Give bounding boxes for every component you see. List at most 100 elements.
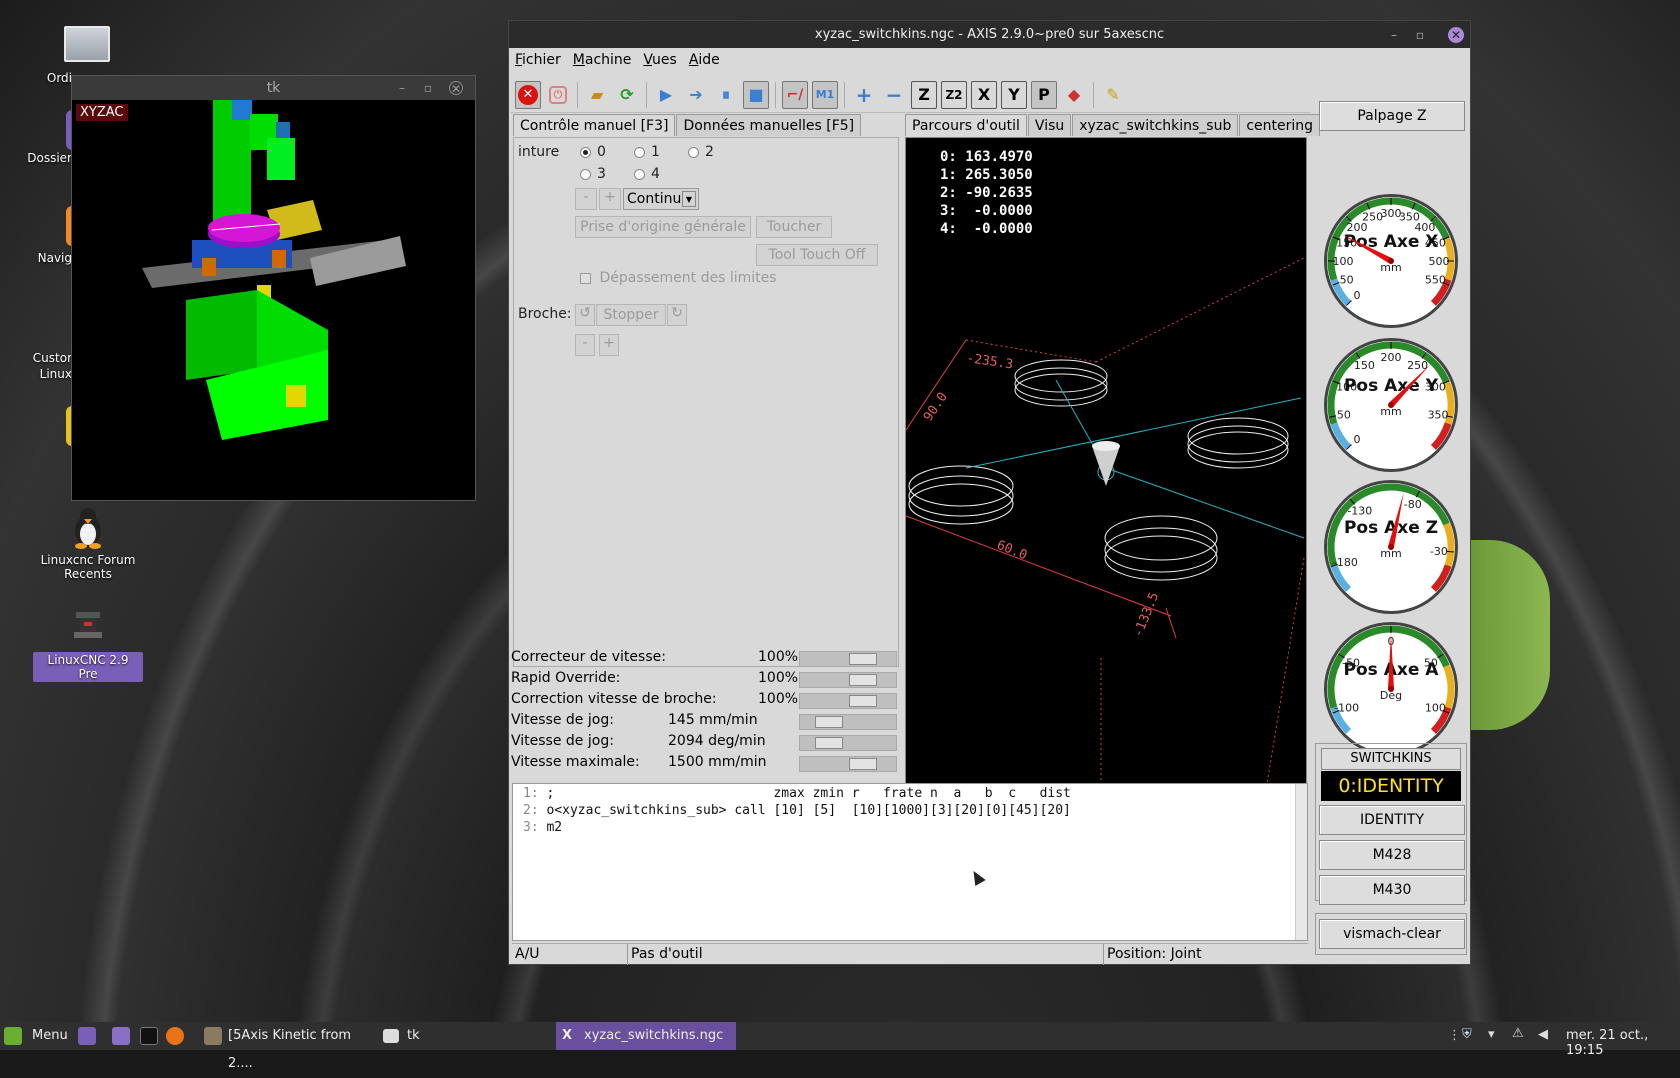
axis-window[interactable]: xyzac_switchkins.ngc - AXIS 2.9.0~pre0 s… (508, 20, 1471, 965)
zoom-in-icon[interactable]: + (851, 81, 877, 109)
override-slider[interactable] (799, 672, 897, 688)
view-x-icon[interactable]: X (971, 80, 997, 109)
menu-machine[interactable]: Machine (573, 52, 632, 68)
tool-touch-off-button[interactable]: Tool Touch Off (756, 244, 878, 266)
tab-manual-control[interactable]: Contrôle manuel [F3] (513, 114, 676, 136)
spindle-plus-button[interactable]: + (599, 334, 619, 356)
spindle-minus-button[interactable]: - (575, 334, 595, 356)
warning-icon[interactable]: ⚠ (1512, 1026, 1524, 1041)
shield-icon[interactable]: ⛨ (1462, 1027, 1472, 1042)
override-row: Vitesse maximale: 1500 mm/min (511, 754, 897, 774)
reload-icon[interactable]: ⟳ (614, 81, 640, 109)
spindle-cw-icon[interactable]: ↻ (667, 304, 687, 326)
axis-radio-2[interactable]: 2 (688, 144, 714, 160)
desktop-icon-linuxcnc[interactable]: LinuxCNC 2.9 Pre (33, 608, 143, 682)
slider-knob[interactable] (815, 737, 843, 749)
desktop-label-custor[interactable]: Custor (0, 350, 72, 366)
desktop-label-dossier[interactable]: Dossier (0, 150, 72, 166)
close-icon[interactable]: ✕ (449, 81, 463, 96)
axis-radio-1[interactable]: 1 (634, 144, 660, 160)
tk-titlebar[interactable]: tk – ▫ ✕ (72, 76, 475, 100)
jog-mode-select[interactable]: Continu ▼ (623, 188, 699, 210)
minimize-icon[interactable]: – (1386, 27, 1402, 43)
block-delete-icon[interactable]: ⌐/ (782, 80, 808, 109)
gcode-listing[interactable]: 1: ; zmax zmin r frate n a b c dist 2: o… (512, 783, 1308, 941)
close-icon[interactable]: ✕ (1448, 27, 1464, 43)
slider-knob[interactable] (849, 758, 877, 770)
maximize-icon[interactable]: ▫ (1412, 27, 1428, 43)
task-5axis[interactable]: [5Axis Kinetic from 2.... (204, 1022, 374, 1071)
view-z2-icon[interactable]: Z2 (941, 80, 967, 109)
axis-radio-0[interactable]: 0 (580, 144, 606, 160)
pause-icon[interactable]: ⏸ (713, 81, 739, 109)
wifi-icon[interactable]: ▾ (1488, 1027, 1495, 1042)
tk-window[interactable]: tk – ▫ ✕ XYZAC (71, 75, 476, 501)
override-slider[interactable] (799, 651, 897, 667)
touch-off-button[interactable]: Toucher (756, 216, 832, 238)
open-file-icon[interactable]: ▰ (584, 81, 610, 109)
spindle-stop-button[interactable]: Stopper (596, 304, 666, 326)
tab-mdi[interactable]: Données manuelles [F5] (676, 114, 862, 136)
estop-icon[interactable]: ✕ (515, 80, 541, 109)
tab-xyzac-sub[interactable]: xyzac_switchkins_sub (1072, 114, 1239, 136)
clock[interactable]: mer. 21 oct., 19:15 (1566, 1028, 1680, 1058)
menu-aide[interactable]: Aide (689, 52, 720, 68)
volume-icon[interactable]: ◀ (1538, 1027, 1548, 1042)
axis-radio-4[interactable]: 4 (634, 166, 660, 182)
show-desktop-icon[interactable] (78, 1027, 96, 1045)
gcode-scrollbar[interactable] (1295, 784, 1307, 940)
probe-z-button[interactable]: Palpage Z (1319, 101, 1465, 131)
view-perspective-icon[interactable]: P (1031, 80, 1057, 109)
override-slider[interactable] (799, 735, 897, 751)
task-tk[interactable]: tk (383, 1022, 553, 1050)
tab-toolpath[interactable]: Parcours d'outil (905, 114, 1027, 136)
view-z-icon[interactable]: Z (911, 80, 937, 109)
clear-plot-icon[interactable]: ✎ (1100, 81, 1126, 109)
override-slider[interactable] (799, 756, 897, 772)
m430-button[interactable]: M430 (1319, 875, 1465, 905)
toolbar-separator (1093, 81, 1094, 108)
vismach-clear-button[interactable]: vismach-clear (1319, 919, 1465, 949)
minimize-icon[interactable]: – (395, 81, 409, 95)
rotate-view-icon[interactable]: ◆ (1061, 81, 1087, 109)
desktop-icon-forum[interactable]: Linuxcnc Forum Recents (33, 505, 143, 581)
override-limits-checkbox[interactable]: Dépassement des limites (580, 270, 777, 286)
step-icon[interactable]: ➔ (683, 81, 709, 109)
spindle-ccw-icon[interactable]: ↺ (575, 304, 595, 326)
tab-centering[interactable]: centering (1239, 114, 1321, 136)
desktop-label-ordi[interactable]: Ordi (0, 70, 72, 86)
override-slider[interactable] (799, 693, 897, 709)
override-value: 100% (758, 670, 799, 686)
slider-knob[interactable] (849, 695, 877, 707)
desktop-label-navig[interactable]: Navig (0, 250, 72, 266)
machine-3d-model[interactable] (72, 100, 475, 500)
m428-button[interactable]: M428 (1319, 840, 1465, 870)
override-slider[interactable] (799, 714, 897, 730)
stop-icon[interactable]: ■ (743, 80, 769, 109)
menu-fichier[interactable]: Fichier (515, 52, 561, 68)
task-axis[interactable]: X xyzac_switchkins.ngc (556, 1022, 736, 1050)
jog-minus-button[interactable]: - (575, 188, 597, 210)
slider-knob[interactable] (815, 716, 843, 728)
jog-plus-button[interactable]: + (599, 188, 621, 210)
home-all-button[interactable]: Prise d'origine générale (575, 216, 751, 238)
power-icon[interactable]: ⏻ (545, 81, 571, 109)
axis-titlebar[interactable]: xyzac_switchkins.ngc - AXIS 2.9.0~pre0 s… (509, 21, 1470, 48)
view-y-icon[interactable]: Y (1001, 80, 1027, 109)
files-icon[interactable] (112, 1027, 130, 1045)
run-icon[interactable]: ▶ (653, 81, 679, 109)
desktop-label-linux[interactable]: Linux (0, 366, 72, 382)
menu-vues[interactable]: Vues (643, 52, 676, 68)
identity-button[interactable]: IDENTITY (1319, 805, 1465, 835)
tab-visu[interactable]: Visu (1027, 114, 1072, 136)
slider-knob[interactable] (849, 653, 877, 665)
slider-knob[interactable] (849, 674, 877, 686)
monitor-icon[interactable] (64, 26, 110, 62)
axis-radio-3[interactable]: 3 (580, 166, 606, 182)
firefox-icon[interactable] (166, 1027, 184, 1045)
toolpath-preview[interactable]: 0: 163.4970 1: 265.3050 2: -90.2635 3: -… (905, 137, 1307, 791)
zoom-out-icon[interactable]: − (881, 81, 907, 109)
terminal-icon[interactable] (140, 1027, 158, 1045)
optional-stop-icon[interactable]: M1 (812, 80, 838, 109)
maximize-icon[interactable]: ▫ (421, 81, 435, 95)
